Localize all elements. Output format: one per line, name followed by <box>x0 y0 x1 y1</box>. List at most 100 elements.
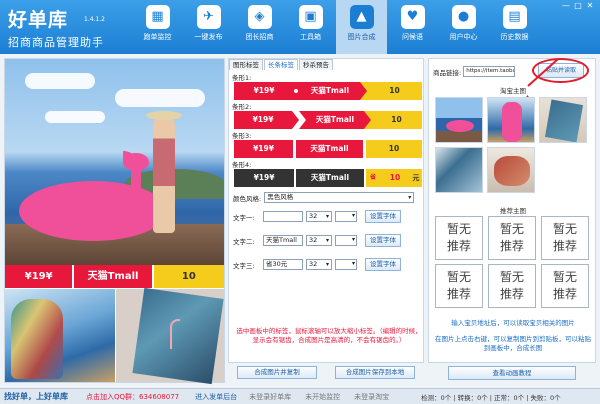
nav-item-history[interactable]: ▤ 历史数据 <box>489 0 540 54</box>
text-1-size-select[interactable]: 32 <box>306 211 332 222</box>
compose-save-button[interactable]: 合成图片保存到本地 <box>335 366 415 379</box>
text-3-label: 文字三: <box>233 261 255 270</box>
nav-item-monitor[interactable]: ▦ 跑单监控 <box>132 0 183 54</box>
recommend-empty-cell: 暂无 推荐 <box>435 264 483 308</box>
recommend-empty-cell: 暂无 推荐 <box>435 216 483 260</box>
recommend-images-grid: 暂无 推荐 暂无 推荐 暂无 推荐 暂无 推荐 暂无 推荐 暂无 推荐 <box>435 216 595 308</box>
label-settings-panel: 图形标签 长条标签 秒杀预告 条形1: ¥19¥ 天猫Tmall 10 条形2:… <box>228 58 424 363</box>
nav-item-greetings[interactable]: ♥ 问候语 <box>387 0 438 54</box>
tab-bar-label[interactable]: 长条标签 <box>264 59 298 70</box>
nav-label: 工具箱 <box>300 33 321 41</box>
text-1-input[interactable] <box>263 211 303 222</box>
main-product-photo[interactable] <box>5 59 224 265</box>
publish-icon: ✈ <box>196 5 221 29</box>
main-images-grid <box>435 97 595 193</box>
maximize-icon[interactable]: □ <box>572 1 584 10</box>
style-shop: 天猫Tmall <box>306 111 364 129</box>
zoom-hint-text: 选中画板中的标签，鼠标滚轴可以放大缩小标签。（编辑的时候，显示会有锯齿，合成图片… <box>236 327 422 344</box>
nav-item-user-center[interactable]: ● 用户中心 <box>438 0 489 54</box>
style-label: 条形4: <box>232 161 252 169</box>
bar-style-4-preview[interactable]: ¥19¥ 天猫Tmall 省 10 元 <box>234 169 422 187</box>
text-2-input[interactable]: 天猫Tmall <box>263 235 303 246</box>
bar-style-3-preview[interactable]: ¥19¥ 天猫Tmall 10 <box>234 140 423 158</box>
text-3-font-button[interactable]: 设置字体 <box>365 258 401 271</box>
text-3-color-picker[interactable] <box>335 259 357 270</box>
slogan: 找好单，上好单库 <box>4 392 68 401</box>
style-price: ¥19¥ <box>234 169 294 187</box>
read-images-hint: 输入宝贝地址后，可以读取宝贝相关的图片 <box>451 319 575 327</box>
nav-label: 问候语 <box>402 33 423 41</box>
user-icon: ● <box>451 5 476 29</box>
style-shop: 天猫Tmall <box>300 82 360 100</box>
preview-shop: 天猫Tmall <box>74 265 152 288</box>
main-image-thumb[interactable] <box>435 147 483 193</box>
nav-item-publish[interactable]: ✈ 一键发布 <box>183 0 234 54</box>
minimize-icon[interactable]: — <box>560 1 572 10</box>
text-2-size-select[interactable]: 32 <box>306 235 332 246</box>
bar-style-1: 条形1: ¥19¥ 天猫Tmall 10 <box>232 72 422 100</box>
highlight-circle <box>532 58 589 83</box>
style-label: 条形2: <box>232 103 252 111</box>
label-tabs: 图形标签 长条标签 秒杀预告 <box>229 59 334 70</box>
text-3-size-select[interactable]: 32 <box>306 259 332 270</box>
text-row-3: 文字三: 省30元 32 设置字体 <box>233 258 401 271</box>
nav-item-image-compose[interactable]: ▲ 图片合成 <box>336 0 387 54</box>
nav-item-toolbox[interactable]: ▣ 工具箱 <box>285 0 336 54</box>
main-image-thumb[interactable] <box>539 97 587 143</box>
color-style-row: 颜色风格: 黑色风格 <box>233 192 415 203</box>
window-controls: — □ ✕ <box>560 1 596 10</box>
style-label: 条形1: <box>232 74 252 82</box>
recommend-images-title: 推荐主图 <box>500 207 526 215</box>
preview-price-tag[interactable]: ¥19¥ 天猫Tmall 10 <box>5 265 225 288</box>
taobao-login-status: 未登录淘宝 <box>354 392 390 401</box>
tab-flash-sale[interactable]: 秒杀预告 <box>299 59 333 70</box>
app-subtitle: 招商商品管理助手 <box>8 36 104 49</box>
preview-price: ¥19¥ <box>5 265 73 288</box>
product-url-row: 商品链接: https://item.taobao <box>433 66 516 77</box>
text-3-input[interactable]: 省30元 <box>263 259 303 270</box>
product-url-input[interactable]: https://item.taobao <box>463 66 516 77</box>
brand: 好单库 1.4.1.2 招商商品管理助手 <box>8 5 105 50</box>
text-row-1: 文字一: 32 设置字体 <box>233 210 401 223</box>
style-shop: 天猫Tmall <box>296 140 363 158</box>
bar-style-2-preview[interactable]: ¥19¥ 天猫Tmall 10 <box>234 111 422 129</box>
monitor-status: 未开始监控 <box>305 392 341 401</box>
color-style-label: 颜色风格: <box>233 194 262 203</box>
text-1-font-button[interactable]: 设置字体 <box>365 210 401 223</box>
bar-style-2: 条形2: ¥19¥ 天猫Tmall 10 <box>232 101 422 129</box>
text-row-2: 文字二: 天猫Tmall 32 设置字体 <box>233 234 401 247</box>
text-2-color-picker[interactable] <box>335 235 357 246</box>
close-icon[interactable]: ✕ <box>584 1 596 10</box>
text-2-font-button[interactable]: 设置字体 <box>365 234 401 247</box>
nav-label: 用户中心 <box>449 33 478 41</box>
main-image-thumb[interactable] <box>487 147 535 193</box>
nav-item-recruit[interactable]: ◈ 团长招商 <box>234 0 285 54</box>
toolbox-icon: ▣ <box>298 5 323 29</box>
publish-backend-link[interactable]: 进入发单后台 <box>195 392 237 402</box>
recommend-empty-cell: 暂无 推荐 <box>488 264 536 308</box>
compose-copy-button[interactable]: 合成图片并复制 <box>237 366 317 379</box>
product-photo-3[interactable] <box>116 287 224 385</box>
nav-label: 团长招商 <box>245 33 274 41</box>
monitor-icon: ▦ <box>145 5 170 29</box>
join-qq-group-link[interactable]: 点击加入QQ群：634608077 <box>86 392 179 402</box>
style-coupon: 10 <box>367 82 422 100</box>
tag-icon: ◈ <box>247 5 272 29</box>
tab-shape-label[interactable]: 图形标签 <box>229 59 263 70</box>
history-icon: ▤ <box>502 5 527 29</box>
main-image-thumb[interactable] <box>435 97 483 143</box>
text-2-label: 文字二: <box>233 237 255 246</box>
product-url-label: 商品链接: <box>433 68 462 77</box>
color-style-select[interactable]: 黑色风格 <box>264 192 415 203</box>
product-photo-2[interactable] <box>5 289 115 382</box>
style-shop: 天猫Tmall <box>296 169 364 187</box>
nav-label: 跑单监控 <box>143 33 172 41</box>
composite-canvas[interactable]: ¥19¥ 天猫Tmall 10 <box>4 58 225 385</box>
statistics-counter: 检测：0个 | 转换：0个 | 正常：0个 | 失败：0个 <box>421 393 561 402</box>
bar-style-1-preview[interactable]: ¥19¥ 天猫Tmall 10 <box>234 82 422 100</box>
style-price: ¥19¥ <box>234 111 292 129</box>
view-tutorial-button[interactable]: 查看动画教程 <box>448 366 576 380</box>
style-unit: 元 <box>410 169 422 187</box>
main-image-thumb[interactable] <box>487 97 535 143</box>
text-1-color-picker[interactable] <box>335 211 357 222</box>
